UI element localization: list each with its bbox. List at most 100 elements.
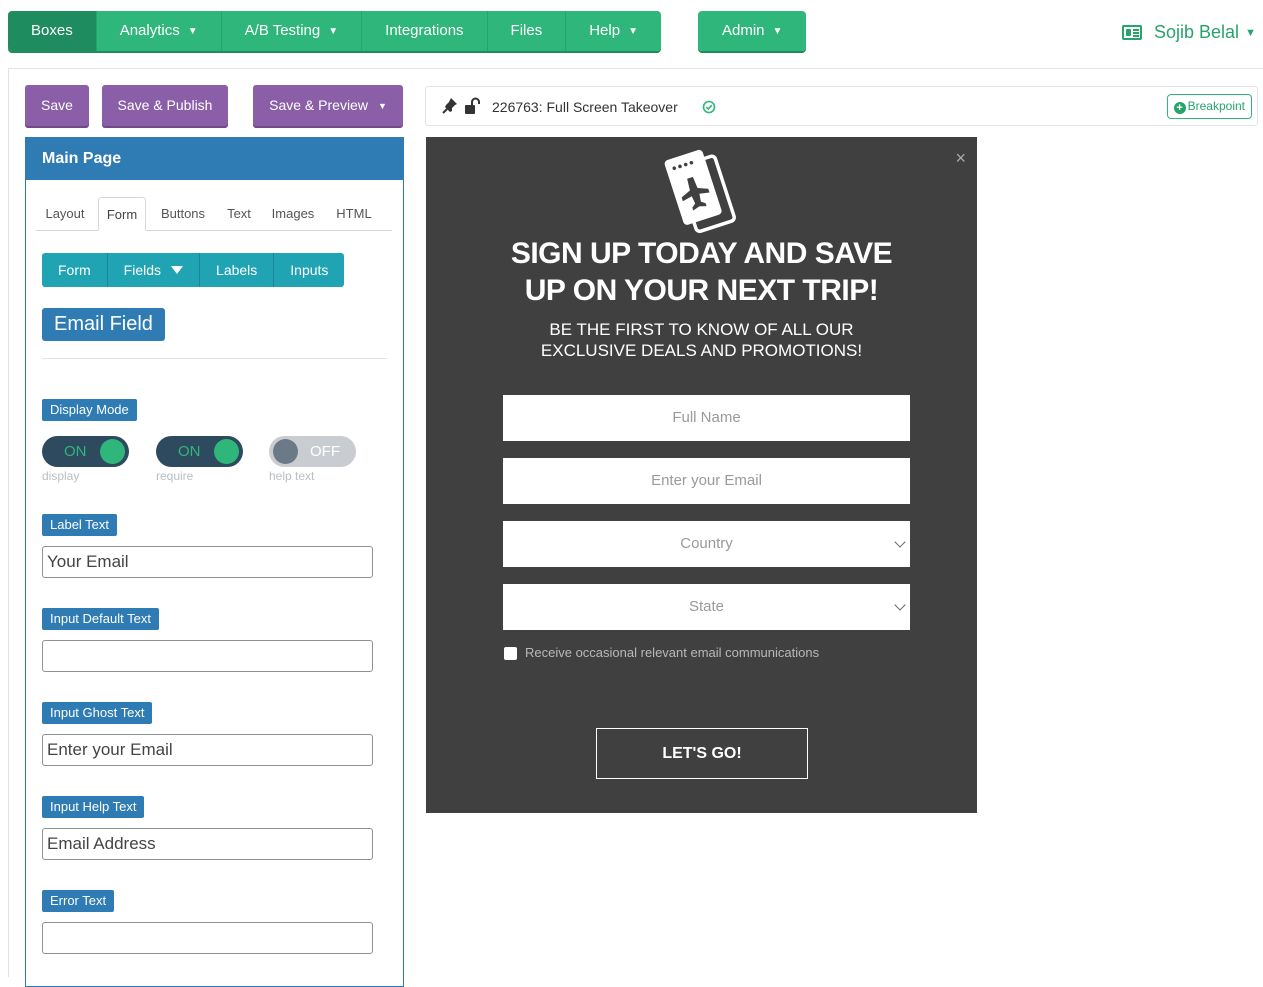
- tab-images[interactable]: Images: [268, 197, 318, 231]
- toggle-caption: require: [156, 469, 194, 483]
- input-default-input[interactable]: [42, 640, 373, 672]
- input-ghost-input[interactable]: Enter your Email: [42, 734, 373, 766]
- save-preview-button[interactable]: Save & Preview ▼: [253, 85, 403, 126]
- label-text-input[interactable]: Your Email: [42, 546, 373, 578]
- caret-down-icon: [171, 266, 184, 274]
- toggle-caption: display: [42, 469, 80, 483]
- unlock-icon[interactable]: [464, 97, 480, 115]
- form-subtabs: Form Fields Labels Inputs: [42, 253, 345, 287]
- toggle-state: ON: [64, 443, 87, 460]
- subtab-label: Labels: [216, 262, 258, 278]
- chevron-down-icon: [894, 599, 906, 611]
- nav-label: Analytics: [119, 22, 180, 39]
- preview-header: 226763: Full Screen Takeover + Breakpoint: [425, 86, 1258, 126]
- breakpoint-label: Breakpoint: [1187, 99, 1245, 113]
- save-publish-label: Save & Publish: [117, 97, 213, 113]
- input-default-label: Input Default Text: [42, 608, 159, 630]
- consent-checkbox[interactable]: [504, 647, 517, 660]
- toggle-knob: [214, 439, 239, 464]
- nav-label: Boxes: [31, 22, 73, 39]
- nav-label: Admin: [722, 22, 765, 39]
- nav-label: Integrations: [385, 22, 464, 39]
- popup-subheadline-line-2: EXCLUSIVE DEALS AND PROMOTIONS!: [540, 341, 863, 360]
- caret-down-icon: ▼: [328, 26, 339, 37]
- subtab-form[interactable]: Form: [42, 253, 108, 287]
- save-label: Save: [41, 97, 73, 113]
- nav-files[interactable]: Files: [487, 11, 567, 51]
- caret-down-icon: ▼: [1245, 26, 1256, 39]
- breakpoint-button[interactable]: + Breakpoint: [1166, 94, 1252, 119]
- tab-form[interactable]: Form: [98, 197, 146, 231]
- country-select-value: Country: [680, 535, 733, 552]
- lets-go-button[interactable]: LET'S GO!: [596, 728, 808, 779]
- subtab-labels[interactable]: Labels: [200, 253, 275, 287]
- nav-label: Help: [589, 22, 621, 39]
- tab-text[interactable]: Text: [222, 197, 256, 231]
- input-help-input[interactable]: Email Address: [42, 828, 373, 860]
- chevron-down-icon: [894, 536, 906, 548]
- toggle-knob: [273, 439, 298, 464]
- save-button[interactable]: Save: [25, 85, 89, 126]
- subtab-fields[interactable]: Fields: [107, 253, 201, 287]
- editor-panel: Main Page Layout Form Buttons Text Image…: [25, 137, 404, 987]
- popup-headline-line-1: SIGN UP TODAY AND SAVE: [510, 237, 893, 270]
- toggle-knob: [100, 439, 125, 464]
- content-frame-top: [8, 68, 1263, 69]
- caret-down-icon: ▼: [187, 26, 198, 37]
- contact-card-icon: [1122, 25, 1142, 40]
- check-circle-icon: [702, 100, 716, 114]
- nav-label: A/B Testing: [244, 22, 321, 39]
- plus-circle-icon: +: [1173, 102, 1186, 114]
- subtab-label: Fields: [123, 262, 162, 278]
- input-ghost-label: Input Ghost Text: [42, 702, 153, 724]
- error-text-label: Error Text: [42, 890, 115, 912]
- country-select[interactable]: Country: [503, 521, 910, 567]
- plane-ticket-icon: [664, 149, 736, 234]
- editor-tabs: Layout Form Buttons Text Images HTML: [36, 197, 392, 231]
- toggle-state: ON: [178, 443, 201, 460]
- subtab-inputs[interactable]: Inputs: [274, 253, 345, 287]
- help-text-toggle[interactable]: OFF: [269, 436, 356, 467]
- caret-down-icon: ▼: [377, 101, 387, 111]
- popup-subheadline-line-1: BE THE FIRST TO KNOW OF ALL OUR: [549, 320, 854, 339]
- nav-admin[interactable]: Admin ▼: [698, 11, 807, 51]
- label-text-label: Label Text: [42, 514, 118, 536]
- full-name-input[interactable]: Full Name: [503, 395, 910, 441]
- subtab-label: Form: [58, 262, 91, 278]
- popup-headline-line-2: UP ON YOUR NEXT TRIP!: [524, 274, 879, 307]
- user-name: Sojib Belal: [1154, 22, 1240, 42]
- tab-buttons[interactable]: Buttons: [154, 197, 212, 231]
- pin-icon[interactable]: [442, 97, 458, 115]
- display-toggle[interactable]: ON: [42, 436, 129, 467]
- require-toggle[interactable]: ON: [156, 436, 243, 467]
- content-frame-left: [8, 68, 9, 977]
- close-icon[interactable]: ×: [955, 149, 966, 167]
- nav-boxes[interactable]: Boxes: [8, 11, 97, 51]
- tab-html[interactable]: HTML: [330, 197, 378, 231]
- toggle-caption: help text: [269, 469, 315, 483]
- consent-label: Receive occasional relevant email commun…: [525, 645, 820, 660]
- nav-help[interactable]: Help ▼: [566, 11, 661, 51]
- nav-label: Files: [510, 22, 543, 39]
- user-menu[interactable]: Sojib Belal ▼: [1122, 22, 1256, 43]
- preview-title: 226763: Full Screen Takeover: [492, 99, 678, 115]
- main-nav: Boxes Analytics ▼ A/B Testing ▼ Integratio…: [8, 11, 661, 51]
- nav-analytics[interactable]: Analytics ▼: [96, 11, 222, 51]
- save-preview-label: Save & Preview: [269, 97, 368, 113]
- admin-nav: Admin ▼: [698, 11, 807, 51]
- state-select[interactable]: State: [503, 584, 910, 630]
- input-help-label: Input Help Text: [42, 796, 145, 818]
- toggle-state: OFF: [310, 443, 340, 460]
- email-input[interactable]: Enter your Email: [503, 458, 910, 504]
- save-publish-button[interactable]: Save & Publish: [102, 85, 228, 126]
- caret-down-icon: ▼: [772, 26, 783, 37]
- subtab-label: Inputs: [290, 262, 329, 278]
- nav-ab-testing[interactable]: A/B Testing ▼: [221, 11, 363, 51]
- popup-preview: × SIGN UP TODAY AND SAVE UP ON YOUR NEXT…: [426, 137, 977, 813]
- error-text-input[interactable]: [42, 922, 373, 954]
- nav-integrations[interactable]: Integrations: [362, 11, 488, 51]
- panel-title: Main Page: [26, 138, 403, 180]
- tab-layout[interactable]: Layout: [36, 197, 94, 231]
- caret-down-icon: ▼: [628, 26, 638, 37]
- display-mode-label: Display Mode: [42, 399, 137, 421]
